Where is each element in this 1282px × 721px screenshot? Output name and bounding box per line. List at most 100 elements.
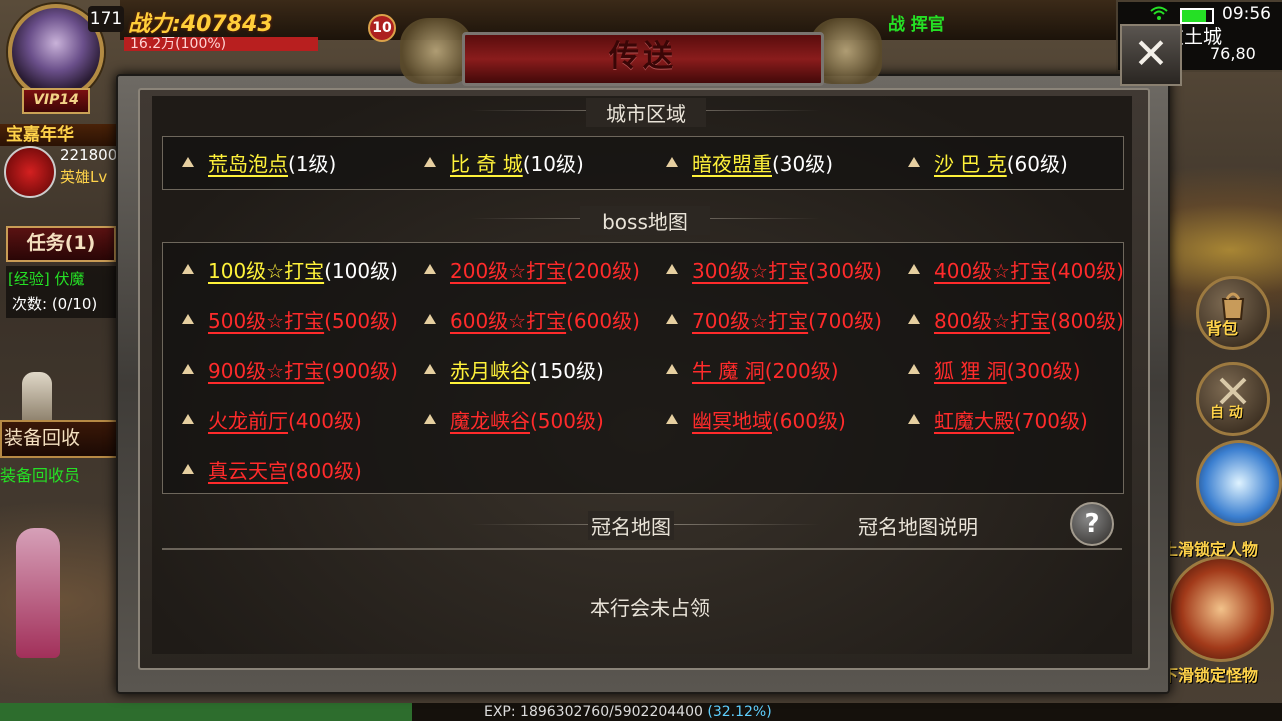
entry-name: 600级☆打宝 <box>450 309 567 333</box>
exp-fill <box>0 703 412 721</box>
entry-level: (150级) <box>530 359 604 383</box>
entry-name: 比 奇 城 <box>450 152 523 176</box>
teleport-entry[interactable]: 真云天宫(800级) <box>182 455 362 484</box>
event-number: 221800 <box>60 146 118 164</box>
entry-level: (200级) <box>566 259 640 283</box>
teleport-entry[interactable]: 沙 巴 克(60级) <box>908 148 1068 177</box>
clock-time: 09:56 <box>1222 4 1271 24</box>
teleport-entry[interactable]: 比 奇 城(10级) <box>424 148 584 177</box>
section-boss-header: boss地图 <box>580 206 710 235</box>
teleport-entry[interactable]: 200级☆打宝(200级) <box>424 255 640 284</box>
attack-button[interactable] <box>1168 556 1274 662</box>
player-level: 171 <box>88 6 124 32</box>
combat-power: 战力:407843 <box>128 6 273 38</box>
section-crown-header: 冠名地图 <box>588 511 674 540</box>
crown-help-label[interactable]: 冠名地图说明 <box>848 511 988 540</box>
recycle-npc-label[interactable]: 装备回收员 <box>0 462 80 486</box>
section-city-header: 城市区域 <box>586 98 706 127</box>
npc-lady-figure[interactable] <box>16 528 60 658</box>
arrow-up-icon <box>424 413 436 424</box>
entry-level: (800级) <box>288 459 362 483</box>
entry-name: 荒岛泡点 <box>208 152 288 176</box>
teleport-entry[interactable]: 荒岛泡点(1级) <box>182 148 336 177</box>
lock-monster-label[interactable]: 下滑锁定怪物 <box>1162 662 1258 686</box>
close-icon: ✕ <box>1133 29 1169 78</box>
arrow-up-icon <box>182 363 194 374</box>
arrow-up-icon <box>424 363 436 374</box>
entry-level: (100级) <box>324 259 398 283</box>
entry-name: 100级☆打宝 <box>208 259 325 283</box>
entry-level: (500级) <box>530 409 604 433</box>
dialog-title: 传送 <box>462 32 824 86</box>
entry-name: 800级☆打宝 <box>934 309 1051 333</box>
teleport-entry[interactable]: 魔龙峡谷(500级) <box>424 405 604 434</box>
arrow-up-icon <box>666 363 678 374</box>
teleport-entry[interactable]: 狐 狸 洞(300级) <box>908 355 1081 384</box>
power-label: 战力: <box>128 12 181 37</box>
arrow-up-icon <box>182 463 194 474</box>
entry-name: 火龙前厅 <box>208 409 288 433</box>
arrow-up-icon <box>908 313 920 324</box>
entry-level: (400级) <box>288 409 362 433</box>
vip-badge[interactable]: VIP14 <box>22 88 90 114</box>
task-button[interactable]: 任务(1) <box>6 226 116 262</box>
arrow-up-icon <box>666 413 678 424</box>
entry-name: 300级☆打宝 <box>692 259 809 283</box>
event-title[interactable]: 宝嘉年华 <box>0 124 118 146</box>
arrow-up-icon <box>424 263 436 274</box>
teleport-entry[interactable]: 700级☆打宝(700级) <box>666 305 882 334</box>
entry-name: 400级☆打宝 <box>934 259 1051 283</box>
entry-level: (400级) <box>1050 259 1124 283</box>
teleport-entry[interactable]: 火龙前厅(400级) <box>182 405 362 434</box>
entry-name: 狐 狸 洞 <box>934 359 1007 383</box>
teleport-entry[interactable]: 400级☆打宝(400级) <box>908 255 1124 284</box>
entry-name: 牛 魔 洞 <box>692 359 765 383</box>
entry-level: (200级) <box>764 359 839 383</box>
teleport-entry[interactable]: 幽冥地域(600级) <box>666 405 846 434</box>
teleport-entry[interactable]: 900级☆打宝(900级) <box>182 355 398 384</box>
teleport-entry[interactable]: 暗夜盟重(30级) <box>666 148 833 177</box>
entry-level: (700级) <box>808 309 882 333</box>
entry-level: (300级) <box>808 259 882 283</box>
arrow-up-icon <box>908 263 920 274</box>
arrow-up-icon <box>666 263 678 274</box>
teleport-entry[interactable]: 虹魔大殿(700级) <box>908 405 1088 434</box>
skill-button[interactable] <box>1196 440 1282 526</box>
npc-figure-icon[interactable] <box>22 372 52 424</box>
teleport-entry[interactable]: 800级☆打宝(800级) <box>908 305 1124 334</box>
arrow-up-icon <box>424 313 436 324</box>
help-icon: ? <box>1084 509 1100 539</box>
auto-label: 自 动 <box>1210 405 1243 421</box>
arrow-up-icon <box>666 156 678 167</box>
teleport-entry[interactable]: 500级☆打宝(500级) <box>182 305 398 334</box>
close-button[interactable]: ✕ <box>1120 24 1182 86</box>
entry-name: 幽冥地域 <box>692 409 772 433</box>
teleport-entry[interactable]: 赤月峡谷(150级) <box>424 355 604 384</box>
badge-count[interactable]: 10 <box>368 14 396 42</box>
exp-text: EXP: 1896302760/5902204400 (32.12%) <box>484 703 772 721</box>
recycle-button[interactable]: 装备回收 <box>0 420 118 458</box>
arrow-up-icon <box>908 156 920 167</box>
help-button[interactable]: ? <box>1070 502 1114 546</box>
arrow-up-icon <box>182 156 194 167</box>
arrow-up-icon <box>908 413 920 424</box>
entry-name: 赤月峡谷 <box>450 359 530 383</box>
entry-level: (60级) <box>1006 152 1068 176</box>
entry-name: 700级☆打宝 <box>692 309 809 333</box>
entry-level: (600级) <box>772 409 846 433</box>
entry-level: (600级) <box>566 309 640 333</box>
teleport-entry[interactable]: 600级☆打宝(600级) <box>424 305 640 334</box>
entry-name: 沙 巴 克 <box>934 152 1007 176</box>
auto-button[interactable] <box>1196 362 1270 436</box>
teleport-entry[interactable]: 300级☆打宝(300级) <box>666 255 882 284</box>
entry-level: (700级) <box>1014 409 1088 433</box>
teleport-entry[interactable]: 牛 魔 洞(200级) <box>666 355 839 384</box>
event-emblem-icon[interactable] <box>4 146 56 198</box>
entry-name: 虹魔大殿 <box>934 409 1014 433</box>
teleport-entry[interactable]: 100级☆打宝(100级) <box>182 255 398 284</box>
arrow-up-icon <box>908 363 920 374</box>
event-hero: 英雄Lv <box>60 168 108 186</box>
entry-name: 200级☆打宝 <box>450 259 567 283</box>
task-tag: [经验] 伏魔 <box>8 270 85 288</box>
arrow-up-icon <box>182 263 194 274</box>
